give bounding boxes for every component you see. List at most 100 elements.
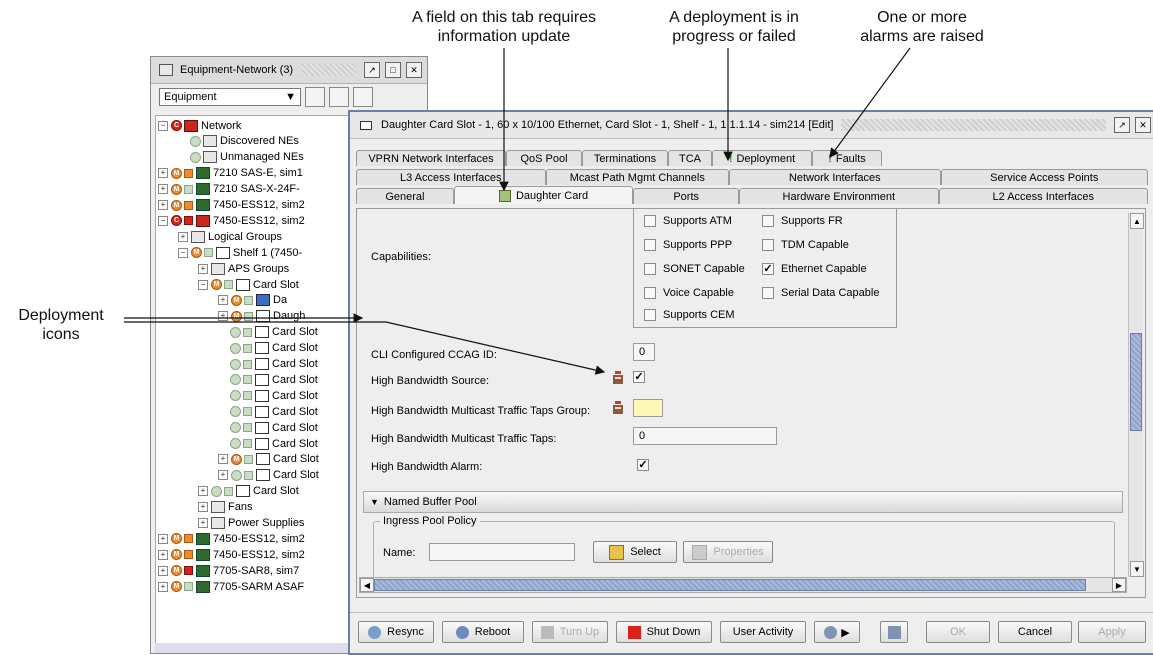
tree-row[interactable]: Discovered NEs (178, 134, 299, 149)
tree-row[interactable]: + Card Slot (198, 484, 299, 499)
expand-icon[interactable]: + (218, 470, 228, 481)
tdm-capable-checkbox[interactable]: TDM Capable (762, 239, 849, 251)
expand-icon[interactable]: + (198, 263, 208, 274)
supports-fr-checkbox[interactable]: Supports FR (762, 215, 843, 227)
tab-tca[interactable]: TCA (668, 150, 712, 166)
expand-icon[interactable]: + (158, 168, 168, 179)
maximize-icon[interactable]: □ (385, 62, 401, 78)
tab-daughter-card[interactable]: Daughter Card (453, 186, 634, 204)
vertical-scrollbar[interactable]: ▲ ▼ (1128, 213, 1144, 577)
undock-icon[interactable]: ↗ (364, 62, 380, 78)
close-icon[interactable]: ✕ (1135, 117, 1151, 133)
scroll-up-icon[interactable]: ▲ (1130, 213, 1144, 229)
shut-down-button[interactable]: Shut Down (616, 621, 712, 643)
tree-window-titlebar[interactable]: Equipment-Network (3) ↗ □ ✕ (151, 57, 427, 84)
tree-row[interactable]: Card Slot (218, 341, 318, 356)
tree-row[interactable]: + M 7450-ESS12, sim2 (158, 547, 305, 562)
undock-icon[interactable]: ↗ (1114, 117, 1130, 133)
tab-l2-access-interfaces[interactable]: L2 Access Interfaces (938, 188, 1148, 204)
ccag-id-field[interactable]: 0 (633, 343, 655, 361)
tree-row[interactable]: Card Slot (218, 325, 318, 340)
topology-button[interactable] (880, 621, 908, 643)
expand-icon[interactable]: + (158, 565, 168, 576)
tree-row[interactable]: − C 7450-ESS12, sim2 (158, 213, 305, 228)
tree-row[interactable]: + M 7210 SAS-X-24F- (158, 182, 300, 197)
apply-button[interactable]: Apply (1078, 621, 1146, 643)
expand-icon[interactable]: + (178, 231, 188, 242)
tree-row[interactable]: Card Slot (218, 388, 318, 403)
tree-row[interactable]: + M 7705-SARM ASAF (158, 579, 304, 594)
collapse-icon[interactable]: − (198, 279, 208, 290)
user-activity-button[interactable]: User Activity (720, 621, 806, 643)
tab-general[interactable]: General (356, 188, 454, 204)
horizontal-scrollbar[interactable]: ◀ ▶ (359, 577, 1127, 593)
tab-mcast-path-mgmt-channels[interactable]: Mcast Path Mgmt Channels (545, 169, 730, 185)
collapse-icon[interactable]: − (178, 247, 188, 258)
tab-qos-pool[interactable]: QoS Pool (506, 150, 582, 166)
hb-alarm-checkbox[interactable]: ✓ (637, 459, 656, 471)
tree-row[interactable]: + M 7450-ESS12, sim2 (158, 198, 305, 213)
equipment-combo[interactable]: Equipment ▼ (159, 88, 301, 106)
properties-icon[interactable] (329, 87, 349, 107)
tab-deployment[interactable]: ! Deployment (712, 150, 812, 166)
select-button[interactable]: Select (593, 541, 677, 563)
tree-row[interactable]: Card Slot (218, 357, 318, 372)
tree-row[interactable]: − M Card Slot (198, 277, 299, 292)
turn-up-button[interactable]: Turn Up (532, 621, 608, 643)
expand-icon[interactable]: + (198, 518, 208, 528)
tab-faults[interactable]: ! Faults (812, 150, 882, 166)
ok-button[interactable]: OK (926, 621, 990, 643)
tab-network-interfaces[interactable]: Network Interfaces (729, 169, 941, 185)
tree-row[interactable]: + M Daugh (218, 309, 305, 324)
tab-vprn-network-interfaces[interactable]: VPRN Network Interfaces (356, 150, 506, 166)
expand-icon[interactable]: + (158, 200, 168, 210)
named-buffer-pool-section[interactable]: ▼ Named Buffer Pool (363, 491, 1123, 513)
tab-service-access-points[interactable]: Service Access Points (940, 169, 1148, 185)
dialog-titlebar[interactable]: Daughter Card Slot - 1, 60 x 10/100 Ethe… (350, 112, 1153, 139)
supports-ppp-checkbox[interactable]: Supports PPP (644, 239, 732, 251)
supports-cem-checkbox[interactable]: Supports CEM (644, 309, 735, 321)
expand-icon[interactable]: + (158, 184, 168, 195)
more-actions-button[interactable]: ▶ (814, 621, 860, 643)
tree-row[interactable]: Card Slot (218, 404, 318, 419)
hb-mcast-group-field[interactable] (633, 399, 663, 417)
tree-row[interactable]: − M Shelf 1 (7450- (178, 245, 302, 260)
expand-icon[interactable]: + (218, 454, 228, 465)
topology-icon[interactable] (353, 87, 373, 107)
name-field[interactable] (429, 543, 575, 561)
resync-button[interactable]: Resync (358, 621, 434, 643)
scroll-left-icon[interactable]: ◀ (360, 578, 374, 592)
tree-row[interactable]: Card Slot (218, 372, 318, 387)
tree-row[interactable]: Card Slot (218, 436, 318, 451)
scroll-down-icon[interactable]: ▼ (1130, 561, 1144, 577)
scroll-thumb[interactable] (1130, 333, 1142, 431)
expand-icon[interactable]: + (158, 549, 168, 560)
collapse-icon[interactable]: − (158, 215, 168, 226)
cancel-button[interactable]: Cancel (998, 621, 1072, 643)
tree-row[interactable]: + Fans (198, 500, 252, 515)
collapse-icon[interactable]: − (158, 120, 168, 131)
serial-data-capable-checkbox[interactable]: Serial Data Capable (762, 287, 879, 299)
tree-row[interactable]: + M 7705-SAR8, sim7 (158, 563, 299, 578)
hb-mcast-taps-field[interactable]: 0 (633, 427, 777, 445)
tree-row[interactable]: + M Da (218, 293, 287, 308)
supports-atm-checkbox[interactable]: Supports ATM (644, 215, 732, 227)
tree-row[interactable]: − C Network (158, 118, 241, 133)
tree-row[interactable]: + Card Slot (218, 468, 319, 483)
tree-row[interactable]: + Power Supplies (198, 516, 304, 531)
sonet-capable-checkbox[interactable]: SONET Capable (644, 263, 745, 275)
tree-row[interactable]: + M Card Slot (218, 452, 319, 467)
tab-l3-access-interfaces[interactable]: L3 Access Interfaces (356, 169, 546, 185)
ethernet-capable-checkbox[interactable]: ✓ Ethernet Capable (762, 263, 867, 275)
tree-row[interactable]: + M 7450-ESS12, sim2 (158, 531, 305, 546)
tab-ports[interactable]: Ports (633, 188, 740, 204)
expand-icon[interactable]: + (218, 295, 228, 306)
reboot-button[interactable]: Reboot (442, 621, 524, 643)
close-icon[interactable]: ✕ (406, 62, 422, 78)
expand-icon[interactable]: + (158, 581, 168, 592)
scroll-right-icon[interactable]: ▶ (1112, 578, 1126, 592)
tab-terminations[interactable]: Terminations (582, 150, 668, 166)
filter-icon[interactable] (305, 87, 325, 107)
hb-source-checkbox[interactable]: ✓ (633, 371, 652, 383)
tree-row[interactable]: Card Slot (218, 420, 318, 435)
